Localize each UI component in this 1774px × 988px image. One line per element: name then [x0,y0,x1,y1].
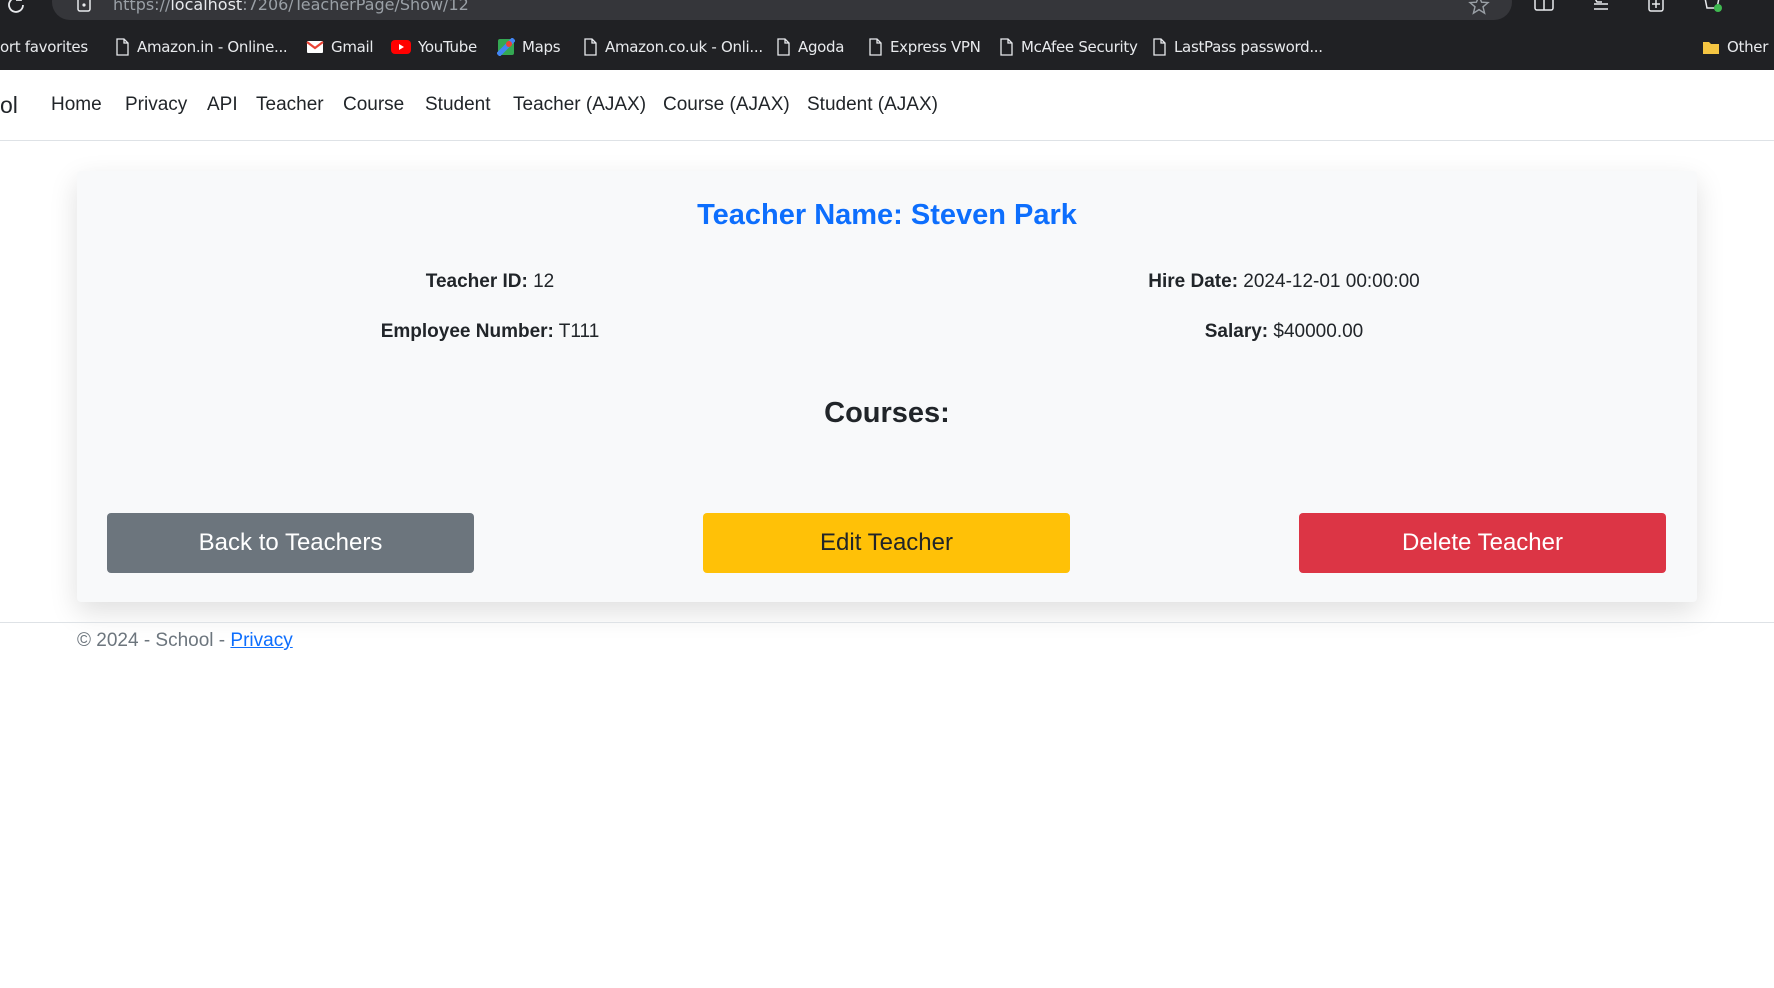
teacher-id-field: Teacher ID: 12 [426,271,555,293]
youtube-icon [391,40,411,54]
back-to-teachers-button[interactable]: Back to Teachers [107,513,474,573]
browser-chrome: https://localhost:7206/TeacherPage/Show/… [0,0,1774,70]
bookmark-label: Amazon.in - Online... [137,38,288,56]
bookmark-label: LastPass password... [1174,38,1323,56]
courses-heading: Courses: [824,397,950,429]
bookmark-label: ort favorites [0,38,88,56]
nav-api[interactable]: API [207,94,238,116]
bookmark-amazon-in[interactable]: Amazon.in - Online... [114,34,288,60]
brand-logo[interactable]: ol [0,92,18,119]
salary-value: $40000.00 [1273,321,1364,342]
bookmark-label: Amazon.co.uk - Onli... [605,38,763,56]
url-prefix: https:// [113,0,171,14]
nav-student[interactable]: Student [425,94,491,116]
app-navbar: ol Home Privacy API Teacher Course Stude… [0,70,1774,141]
footer-text: © 2024 - School - Privacy [77,630,293,652]
url-host: localhost [170,0,243,14]
bookmark-other-folder[interactable]: Other [1702,34,1768,60]
browser-essentials-icon[interactable] [1702,0,1724,14]
bookmark-label: Other [1727,38,1769,56]
nav-home[interactable]: Home [51,94,102,116]
bookmark-youtube[interactable]: YouTube [391,34,477,60]
page-footer: © 2024 - School - Privacy [0,622,1774,682]
bookmark-mcafee-security[interactable]: McAfee Security [998,34,1138,60]
url-path: :7206/TeacherPage/Show/12 [242,0,469,14]
bookmark-amazon-co-uk[interactable]: Amazon.co.uk - Onli... [582,34,763,60]
bookmark-agoda[interactable]: Agoda [775,34,844,60]
url-text[interactable]: https://localhost:7206/TeacherPage/Show/… [113,0,469,14]
page-icon [777,38,790,56]
bookmark-express-vpn[interactable]: Express VPN [867,34,981,60]
collections-icon[interactable] [1646,0,1668,14]
bookmark-import-favorites[interactable]: ort favorites [0,34,88,60]
hire-date-value: 2024-12-01 00:00:00 [1243,271,1420,292]
bookmark-label: Express VPN [890,38,981,56]
nav-privacy[interactable]: Privacy [125,94,187,116]
bookmark-label: YouTube [418,38,477,56]
favorites-icon[interactable] [1590,0,1612,14]
page-icon [1000,38,1013,56]
nav-teacher-ajax[interactable]: Teacher (AJAX) [513,94,646,116]
more-menu-icon[interactable] [1748,0,1770,14]
teacher-id-label: Teacher ID: [425,271,528,292]
reload-icon[interactable] [6,0,26,14]
site-info-icon[interactable] [76,0,92,12]
hire-date-label: Hire Date: [1148,271,1239,292]
employee-number-field: Employee Number: T111 [381,321,600,343]
gmail-icon [306,41,324,53]
maps-icon [497,38,515,56]
teacher-id-value: 12 [533,271,555,292]
employee-number-value: T111 [558,321,600,342]
bookmark-gmail[interactable]: Gmail [306,34,374,60]
page-icon [116,38,129,56]
delete-teacher-button[interactable]: Delete Teacher [1299,513,1666,573]
footer-copyright: © 2024 - School - [77,630,231,651]
bookmark-label: Agoda [798,38,845,56]
bookmark-label: Maps [522,38,561,56]
bookmark-label: Gmail [331,38,374,56]
edit-teacher-button[interactable]: Edit Teacher [703,513,1070,573]
bookmark-lastpass[interactable]: LastPass password... [1151,34,1323,60]
bookmarks-bar: ort favorites Amazon.in - Online... Gmai… [0,34,1774,60]
nav-course[interactable]: Course [343,94,404,116]
folder-icon [1703,42,1719,54]
nav-course-ajax[interactable]: Course (AJAX) [663,94,790,116]
bookmark-maps[interactable]: Maps [497,34,561,60]
page-icon [869,38,882,56]
nav-teacher[interactable]: Teacher [256,94,324,116]
salary-label: Salary: [1204,321,1269,342]
split-screen-icon[interactable] [1533,0,1555,14]
nav-student-ajax[interactable]: Student (AJAX) [807,94,938,116]
employee-number-label: Employee Number: [380,321,554,342]
teacher-card: Teacher Name: Steven Park Teacher ID: 12… [77,171,1697,602]
page-icon [1153,38,1166,56]
footer-privacy-link[interactable]: Privacy [230,630,292,651]
hire-date-field: Hire Date: 2024-12-01 00:00:00 [1148,271,1419,293]
bookmark-label: McAfee Security [1021,38,1138,56]
teacher-name-title: Teacher Name: Steven Park [697,199,1077,231]
page-icon [584,38,597,56]
salary-field: Salary: $40000.00 [1205,321,1363,343]
star-icon[interactable] [1468,0,1490,16]
